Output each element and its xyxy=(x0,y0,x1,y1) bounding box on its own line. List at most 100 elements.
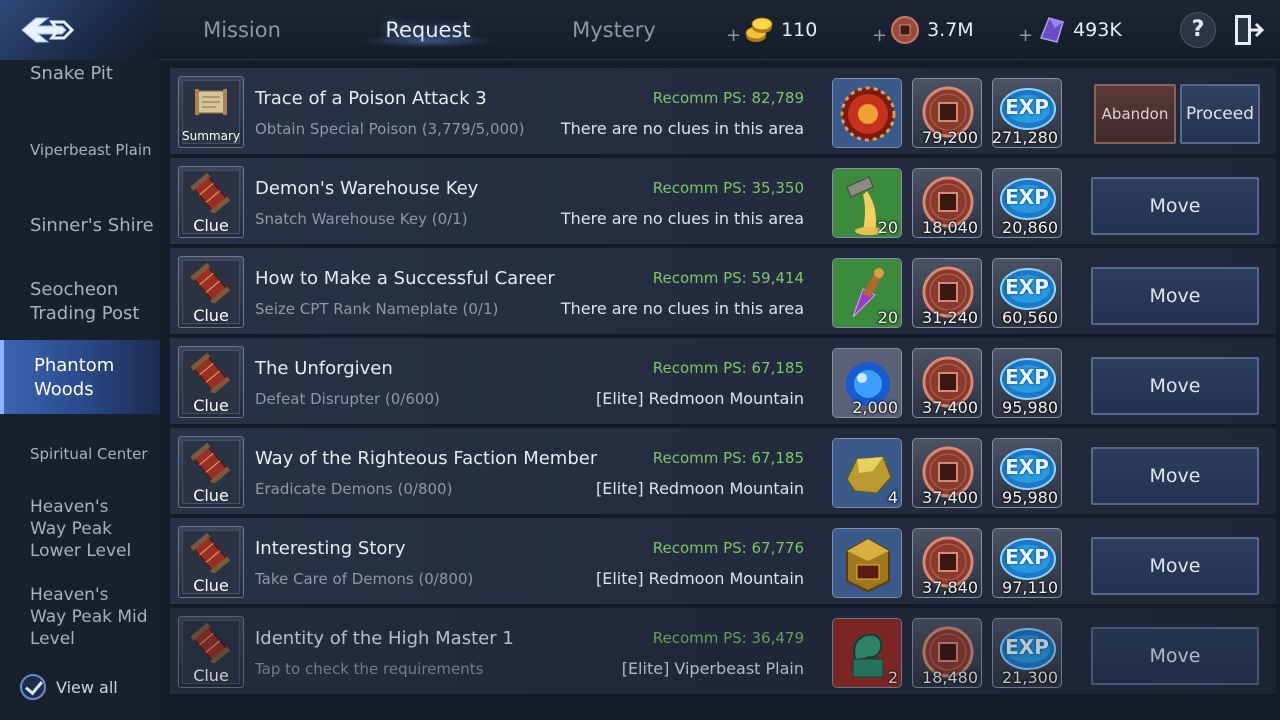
reward-item[interactable]: 20 xyxy=(832,258,902,328)
sidebar-item-phantom-woods[interactable]: Phantom Woods xyxy=(0,340,160,414)
add-icon: + xyxy=(1018,24,1034,46)
reward-exp[interactable]: EXP 95,980 xyxy=(992,348,1062,418)
move-button[interactable]: Move xyxy=(1091,357,1259,415)
quest-type-label: Clue xyxy=(193,666,229,685)
checkbox-checked-icon xyxy=(20,674,46,700)
reward-item[interactable] xyxy=(832,78,902,148)
quest-title: Demon's Warehouse Key xyxy=(255,178,479,199)
back-button[interactable] xyxy=(0,0,160,60)
gold-currency[interactable]: + 110 xyxy=(726,14,817,46)
move-button[interactable]: Move xyxy=(1091,447,1259,505)
view-all-toggle[interactable]: View all xyxy=(20,674,118,700)
quest-objective: Seize CPT Rank Nameplate (0/1) xyxy=(255,300,499,318)
quest-title: Identity of the High Master 1 xyxy=(255,628,514,649)
quest-type-label: Clue xyxy=(193,216,229,235)
quest-type-badge[interactable]: Clue xyxy=(178,166,244,238)
sidebar-item-heavens-way-lower[interactable]: Heaven's Way Peak Lower Level xyxy=(0,496,150,562)
recommended-power: Recomm PS: 35,350 xyxy=(652,179,804,197)
reward-coin-amount: 18,040 xyxy=(922,218,978,237)
sidebar-item-viperbeast-plain[interactable]: Viperbeast Plain xyxy=(0,139,160,161)
exp-label: EXP xyxy=(1005,185,1049,209)
exit-button[interactable] xyxy=(1232,12,1266,48)
add-icon: + xyxy=(872,24,888,46)
sidebar-item-spiritual-center[interactable]: Spiritual Center xyxy=(0,443,160,465)
reward-exp[interactable]: EXP 21,300 xyxy=(992,618,1062,688)
quest-objective: Defeat Disrupter (0/600) xyxy=(255,390,440,408)
reward-coin[interactable]: 79,200 xyxy=(912,78,982,148)
reward-coin[interactable]: 37,840 xyxy=(912,528,982,598)
reward-item-count: 20 xyxy=(877,218,898,237)
exp-label: EXP xyxy=(1005,95,1049,119)
quest-type-badge[interactable]: Clue xyxy=(178,616,244,688)
quest-row[interactable]: Clue How to Make a Successful Career Sei… xyxy=(170,248,1276,336)
quest-objective: Obtain Special Poison (3,779/5,000) xyxy=(255,120,525,138)
quest-type-badge[interactable]: Clue xyxy=(178,526,244,598)
reward-exp[interactable]: EXP 60,560 xyxy=(992,258,1062,328)
reward-exp[interactable]: EXP 97,110 xyxy=(992,528,1062,598)
top-bar: Mission Request Mystery + 110 + 3.7M + 4… xyxy=(0,0,1280,60)
reward-item[interactable]: 4 xyxy=(832,438,902,508)
purple-crystal-icon xyxy=(1040,17,1065,43)
region-sidebar: Snake Pit Viperbeast Plain Sinner's Shir… xyxy=(0,60,160,720)
reward-coin[interactable]: 18,480 xyxy=(912,618,982,688)
move-button[interactable]: Move xyxy=(1091,177,1259,235)
sidebar-item-snake-pit[interactable]: Snake Pit xyxy=(0,62,160,86)
reward-coin-amount: 37,400 xyxy=(922,398,978,417)
recommended-power: Recomm PS: 59,414 xyxy=(652,269,804,287)
copper-currency[interactable]: + 3.7M xyxy=(872,14,974,46)
help-button[interactable]: ? xyxy=(1180,12,1216,48)
quest-type-badge[interactable]: Clue xyxy=(178,256,244,328)
reward-item[interactable]: 20 xyxy=(832,168,902,238)
reward-coin[interactable]: 31,240 xyxy=(912,258,982,328)
crystal-currency[interactable]: + 493K xyxy=(1018,14,1122,46)
exp-label: EXP xyxy=(1005,365,1049,389)
move-button[interactable]: Move xyxy=(1091,267,1259,325)
quest-type-badge[interactable]: Summary xyxy=(178,76,244,148)
quest-location: [Elite] Redmoon Mountain xyxy=(595,569,804,588)
quest-title: How to Make a Successful Career xyxy=(255,268,555,289)
quest-list: Summary Trace of a Poison Attack 3 Obtai… xyxy=(170,68,1276,720)
proceed-button[interactable]: Proceed xyxy=(1180,84,1260,144)
quest-row[interactable]: Clue Demon's Warehouse Key Snatch Wareho… xyxy=(170,158,1276,246)
reward-exp[interactable]: EXP 271,280 xyxy=(992,78,1062,148)
recommended-power: Recomm PS: 67,185 xyxy=(652,359,804,377)
quest-row[interactable]: Summary Trace of a Poison Attack 3 Obtai… xyxy=(170,68,1276,156)
move-button[interactable]: Move xyxy=(1091,627,1259,685)
reward-exp[interactable]: EXP 20,860 xyxy=(992,168,1062,238)
reward-coin[interactable]: 37,400 xyxy=(912,438,982,508)
reward-exp-amount: 271,280 xyxy=(992,128,1058,147)
sidebar-item-heavens-way-mid[interactable]: Heaven's Way Peak Mid Level xyxy=(0,584,150,650)
reward-item[interactable] xyxy=(832,528,902,598)
tab-mission[interactable]: Mission xyxy=(162,0,322,60)
tab-request[interactable]: Request xyxy=(348,0,508,60)
sidebar-item-sinners-shire[interactable]: Sinner's Shire xyxy=(0,214,160,238)
quest-title: Trace of a Poison Attack 3 xyxy=(255,88,487,109)
reward-exp-amount: 95,980 xyxy=(1002,398,1058,417)
quest-objective: Tap to check the requirements xyxy=(255,660,484,678)
quest-location: [Elite] Redmoon Mountain xyxy=(595,479,804,498)
reward-coin[interactable]: 18,040 xyxy=(912,168,982,238)
view-all-label: View all xyxy=(56,677,118,697)
quest-objective: Take Care of Demons (0/800) xyxy=(255,570,474,588)
abandon-button[interactable]: Abandon xyxy=(1094,84,1176,144)
quest-row[interactable]: Clue The Unforgiven Defeat Disrupter (0/… xyxy=(170,338,1276,426)
move-button[interactable]: Move xyxy=(1091,537,1259,595)
quest-row[interactable]: Clue Interesting Story Take Care of Demo… xyxy=(170,518,1276,606)
quest-row[interactable]: Clue Way of the Righteous Faction Member… xyxy=(170,428,1276,516)
gold-coins-icon xyxy=(745,17,773,42)
reward-item-count: 4 xyxy=(887,488,898,507)
reward-item[interactable]: 2,000 xyxy=(832,348,902,418)
reward-exp-amount: 95,980 xyxy=(1002,488,1058,507)
reward-exp[interactable]: EXP 95,980 xyxy=(992,438,1062,508)
tab-mystery[interactable]: Mystery xyxy=(534,0,694,60)
quest-type-badge[interactable]: Clue xyxy=(178,346,244,418)
reward-item[interactable]: 2 xyxy=(832,618,902,688)
quest-location: [Elite] Viperbeast Plain xyxy=(621,659,804,678)
sidebar-item-seocheon-trading-post[interactable]: Seocheon Trading Post xyxy=(0,278,150,326)
quest-type-badge[interactable]: Clue xyxy=(178,436,244,508)
quest-row[interactable]: Clue Identity of the High Master 1 Tap t… xyxy=(170,608,1276,696)
recommended-power: Recomm PS: 82,789 xyxy=(652,89,804,107)
reward-coin[interactable]: 37,400 xyxy=(912,348,982,418)
quest-title: The Unforgiven xyxy=(255,358,393,379)
quest-title: Interesting Story xyxy=(255,538,406,559)
